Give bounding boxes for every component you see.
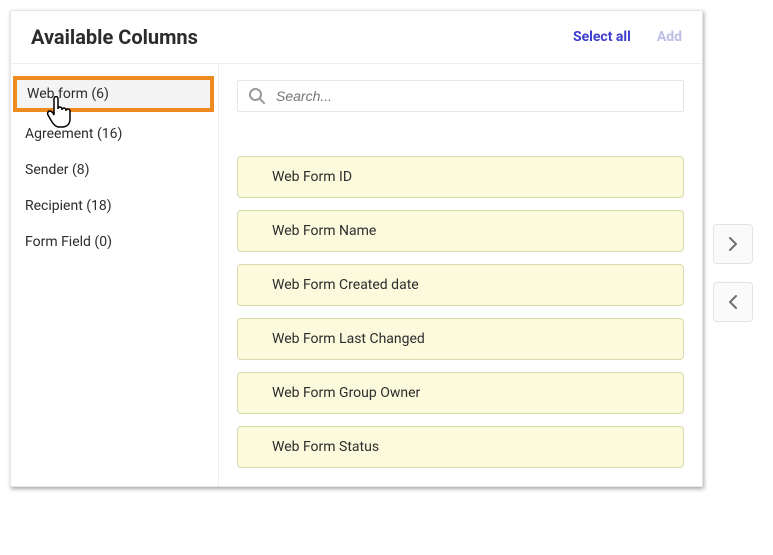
- search-field[interactable]: [237, 80, 684, 112]
- column-item[interactable]: Web Form ID: [237, 156, 684, 198]
- chevron-right-icon: [728, 237, 738, 251]
- sidebar-item-web-form[interactable]: Web form (6): [13, 76, 214, 112]
- column-label: Web Form Status: [272, 439, 379, 455]
- sidebar-item-label: Agreement (16): [25, 126, 122, 142]
- sidebar-item-form-field[interactable]: Form Field (0): [11, 224, 218, 260]
- column-item[interactable]: Web Form Created date: [237, 264, 684, 306]
- available-columns-panel: Available Columns Select all Add Web for…: [10, 10, 703, 487]
- search-icon: [248, 87, 266, 105]
- sidebar-item-label: Recipient (18): [25, 198, 112, 214]
- column-list: Web Form ID Web Form Name Web Form Creat…: [237, 156, 684, 468]
- column-item[interactable]: Web Form Last Changed: [237, 318, 684, 360]
- column-label: Web Form Group Owner: [272, 385, 420, 401]
- next-button[interactable]: [713, 224, 753, 264]
- sidebar-item-label: Web form (6): [27, 86, 109, 102]
- column-label: Web Form Created date: [272, 277, 419, 293]
- panel-header: Available Columns Select all Add: [11, 11, 702, 64]
- column-item[interactable]: Web Form Status: [237, 426, 684, 468]
- add-link[interactable]: Add: [657, 29, 682, 45]
- category-sidebar: Web form (6) Agreement (16) Sender (8) R…: [11, 64, 219, 486]
- column-item[interactable]: Web Form Group Owner: [237, 372, 684, 414]
- column-label: Web Form ID: [272, 169, 352, 185]
- panel-body: Web form (6) Agreement (16) Sender (8) R…: [11, 64, 702, 486]
- panel-title: Available Columns: [31, 25, 573, 49]
- column-label: Web Form Name: [272, 223, 376, 239]
- main-area: Web Form ID Web Form Name Web Form Creat…: [219, 64, 702, 486]
- chevron-left-icon: [728, 295, 738, 309]
- prev-button[interactable]: [713, 282, 753, 322]
- sidebar-item-recipient[interactable]: Recipient (18): [11, 188, 218, 224]
- column-item[interactable]: Web Form Name: [237, 210, 684, 252]
- side-nav: [713, 224, 753, 322]
- sidebar-item-sender[interactable]: Sender (8): [11, 152, 218, 188]
- select-all-link[interactable]: Select all: [573, 29, 631, 45]
- column-label: Web Form Last Changed: [272, 331, 425, 347]
- sidebar-item-agreement[interactable]: Agreement (16): [11, 116, 218, 152]
- sidebar-item-label: Sender (8): [25, 162, 90, 178]
- search-input[interactable]: [276, 88, 673, 104]
- sidebar-item-label: Form Field (0): [25, 234, 112, 250]
